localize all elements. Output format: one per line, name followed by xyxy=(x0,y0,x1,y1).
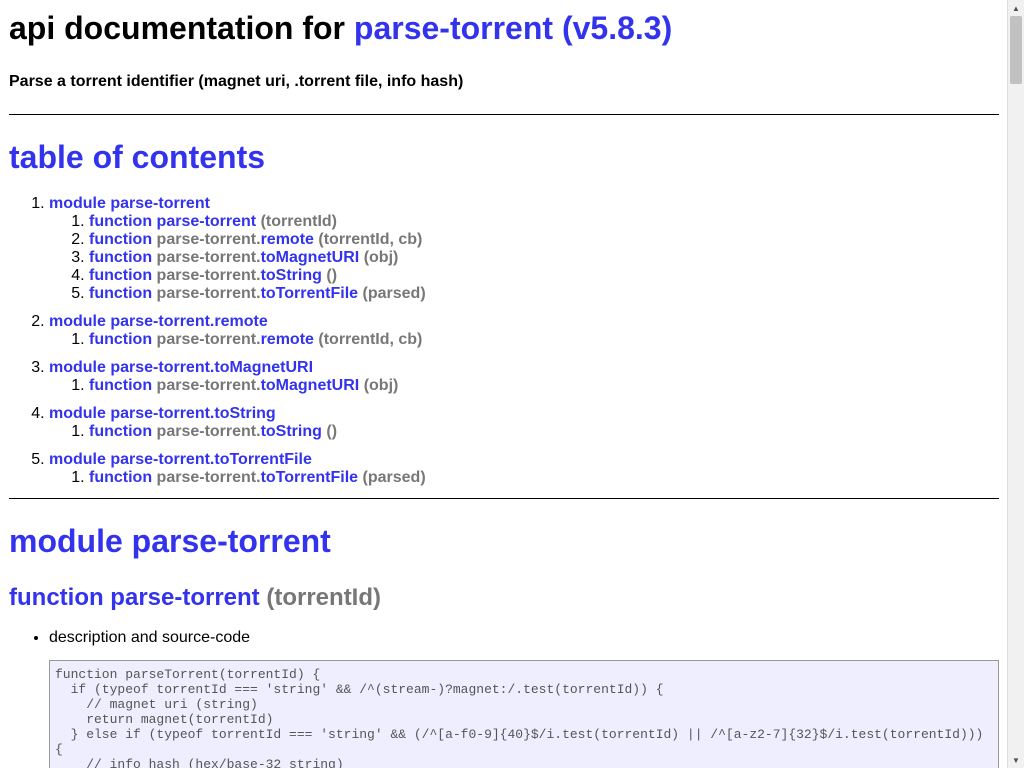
toc-list: module parse-torrentfunction parse-torre… xyxy=(9,195,999,487)
toc-function-item: function parse-torrent.toTorrentFile (pa… xyxy=(89,469,999,487)
toc-function-keyword[interactable]: function xyxy=(89,331,152,348)
toc-module-link[interactable]: module parse-torrent xyxy=(49,195,210,212)
scroll-up-arrow-icon[interactable]: ▲ xyxy=(1008,0,1024,16)
toc-function-item: function parse-torrent.toString () xyxy=(89,423,999,441)
description-toggle[interactable]: description and source-code xyxy=(49,629,999,647)
toc-function-keyword[interactable]: function xyxy=(89,423,152,440)
toc-module-link[interactable]: module parse-torrent.toString xyxy=(49,405,276,422)
toc-function-keyword[interactable]: function xyxy=(89,469,152,486)
toc-function-name[interactable]: toMagnetURI xyxy=(261,249,360,266)
toc-module-item: module parse-torrent.remotefunction pars… xyxy=(49,313,999,349)
toc-function-list: function parse-torrent.toMagnetURI (obj) xyxy=(49,377,999,395)
toc-function-name[interactable]: remote xyxy=(261,331,314,348)
toc-module-item: module parse-torrent.toMagnetURIfunction… xyxy=(49,359,999,395)
toc-function-name[interactable]: toTorrentFile xyxy=(261,285,358,302)
toc-function-item: function parse-torrent (torrentId) xyxy=(89,213,999,231)
scroll-down-arrow-icon[interactable]: ▼ xyxy=(1008,752,1024,768)
toc-function-namespace: parse-torrent. xyxy=(156,285,261,302)
module-heading[interactable]: module parse-torrent xyxy=(9,521,999,561)
toc-function-list: function parse-torrent.toTorrentFile (pa… xyxy=(49,469,999,487)
toc-function-args: (parsed) xyxy=(362,469,426,486)
toc-function-keyword[interactable]: function xyxy=(89,249,152,266)
toc-function-name[interactable]: toTorrentFile xyxy=(261,469,358,486)
function-heading-args: (torrentId) xyxy=(266,584,382,611)
page-content: api documentation for parse-torrent (v5.… xyxy=(0,8,999,768)
source-code-block: function parseTorrent(torrentId) { if (t… xyxy=(49,660,999,768)
toc-function-args: () xyxy=(326,423,338,440)
toc-function-name[interactable]: remote xyxy=(261,231,314,248)
toc-heading[interactable]: table of contents xyxy=(9,137,999,177)
toc-function-namespace: parse-torrent. xyxy=(156,231,261,248)
toc-function-list: function parse-torrent.remote (torrentId… xyxy=(49,331,999,349)
page-title-prefix: api documentation for xyxy=(9,10,345,46)
toc-function-item: function parse-torrent.remote (torrentId… xyxy=(89,231,999,249)
function-heading-link[interactable]: function parse-torrent xyxy=(9,584,260,611)
toc-function-args: (parsed) xyxy=(362,285,426,302)
toc-function-keyword[interactable]: function xyxy=(89,267,152,284)
toc-function-args: (obj) xyxy=(363,249,399,266)
toc-function-args: (torrentId, cb) xyxy=(318,331,423,348)
toc-function-args: (torrentId) xyxy=(260,213,338,230)
toc-function-item: function parse-torrent.toMagnetURI (obj) xyxy=(89,377,999,395)
toc-module-item: module parse-torrent.toTorrentFilefuncti… xyxy=(49,451,999,487)
vertical-scrollbar[interactable]: ▲ ▼ xyxy=(1007,0,1024,768)
toc-function-name[interactable]: toString xyxy=(261,423,322,440)
toc-function-name[interactable]: parse-torrent xyxy=(157,213,257,230)
toc-function-namespace: parse-torrent. xyxy=(156,469,261,486)
toc-function-item: function parse-torrent.remote (torrentId… xyxy=(89,331,999,349)
function-heading: function parse-torrent (torrentId) xyxy=(9,583,999,613)
toc-function-args: (obj) xyxy=(363,377,399,394)
toc-function-namespace: parse-torrent. xyxy=(156,423,261,440)
divider xyxy=(9,114,999,115)
scrollbar-thumb[interactable] xyxy=(1010,16,1022,84)
package-link[interactable]: parse-torrent (v5.8.3) xyxy=(354,10,672,46)
toc-function-namespace: parse-torrent. xyxy=(156,377,261,394)
package-description: Parse a torrent identifier (magnet uri, … xyxy=(9,73,464,90)
toc-function-name[interactable]: toMagnetURI xyxy=(261,377,360,394)
toc-module-item: module parse-torrent.toStringfunction pa… xyxy=(49,405,999,441)
toc-function-list: function parse-torrent (torrentId)functi… xyxy=(49,213,999,303)
toc-function-item: function parse-torrent.toString () xyxy=(89,267,999,285)
toc-function-item: function parse-torrent.toTorrentFile (pa… xyxy=(89,285,999,303)
toc-module-item: module parse-torrentfunction parse-torre… xyxy=(49,195,999,303)
toc-function-namespace: parse-torrent. xyxy=(156,331,261,348)
page-title: api documentation for parse-torrent (v5.… xyxy=(9,8,999,48)
toc-function-name[interactable]: toString xyxy=(261,267,322,284)
toc-function-keyword[interactable]: function xyxy=(89,213,152,230)
description-list: description and source-code xyxy=(9,629,999,647)
toc-function-namespace: parse-torrent. xyxy=(156,267,261,284)
toc-function-list: function parse-torrent.toString () xyxy=(49,423,999,441)
toc-module-link[interactable]: module parse-torrent.toTorrentFile xyxy=(49,451,312,468)
toc-function-namespace: parse-torrent. xyxy=(156,249,261,266)
toc-module-link[interactable]: module parse-torrent.toMagnetURI xyxy=(49,359,313,376)
toc-function-keyword[interactable]: function xyxy=(89,285,152,302)
page-viewport: api documentation for parse-torrent (v5.… xyxy=(0,0,1007,768)
toc-function-keyword[interactable]: function xyxy=(89,377,152,394)
toc-function-keyword[interactable]: function xyxy=(89,231,152,248)
toc-function-args: (torrentId, cb) xyxy=(318,231,423,248)
toc-function-item: function parse-torrent.toMagnetURI (obj) xyxy=(89,249,999,267)
toc-function-args: () xyxy=(326,267,338,284)
divider xyxy=(9,498,999,499)
toc-module-link[interactable]: module parse-torrent.remote xyxy=(49,313,268,330)
